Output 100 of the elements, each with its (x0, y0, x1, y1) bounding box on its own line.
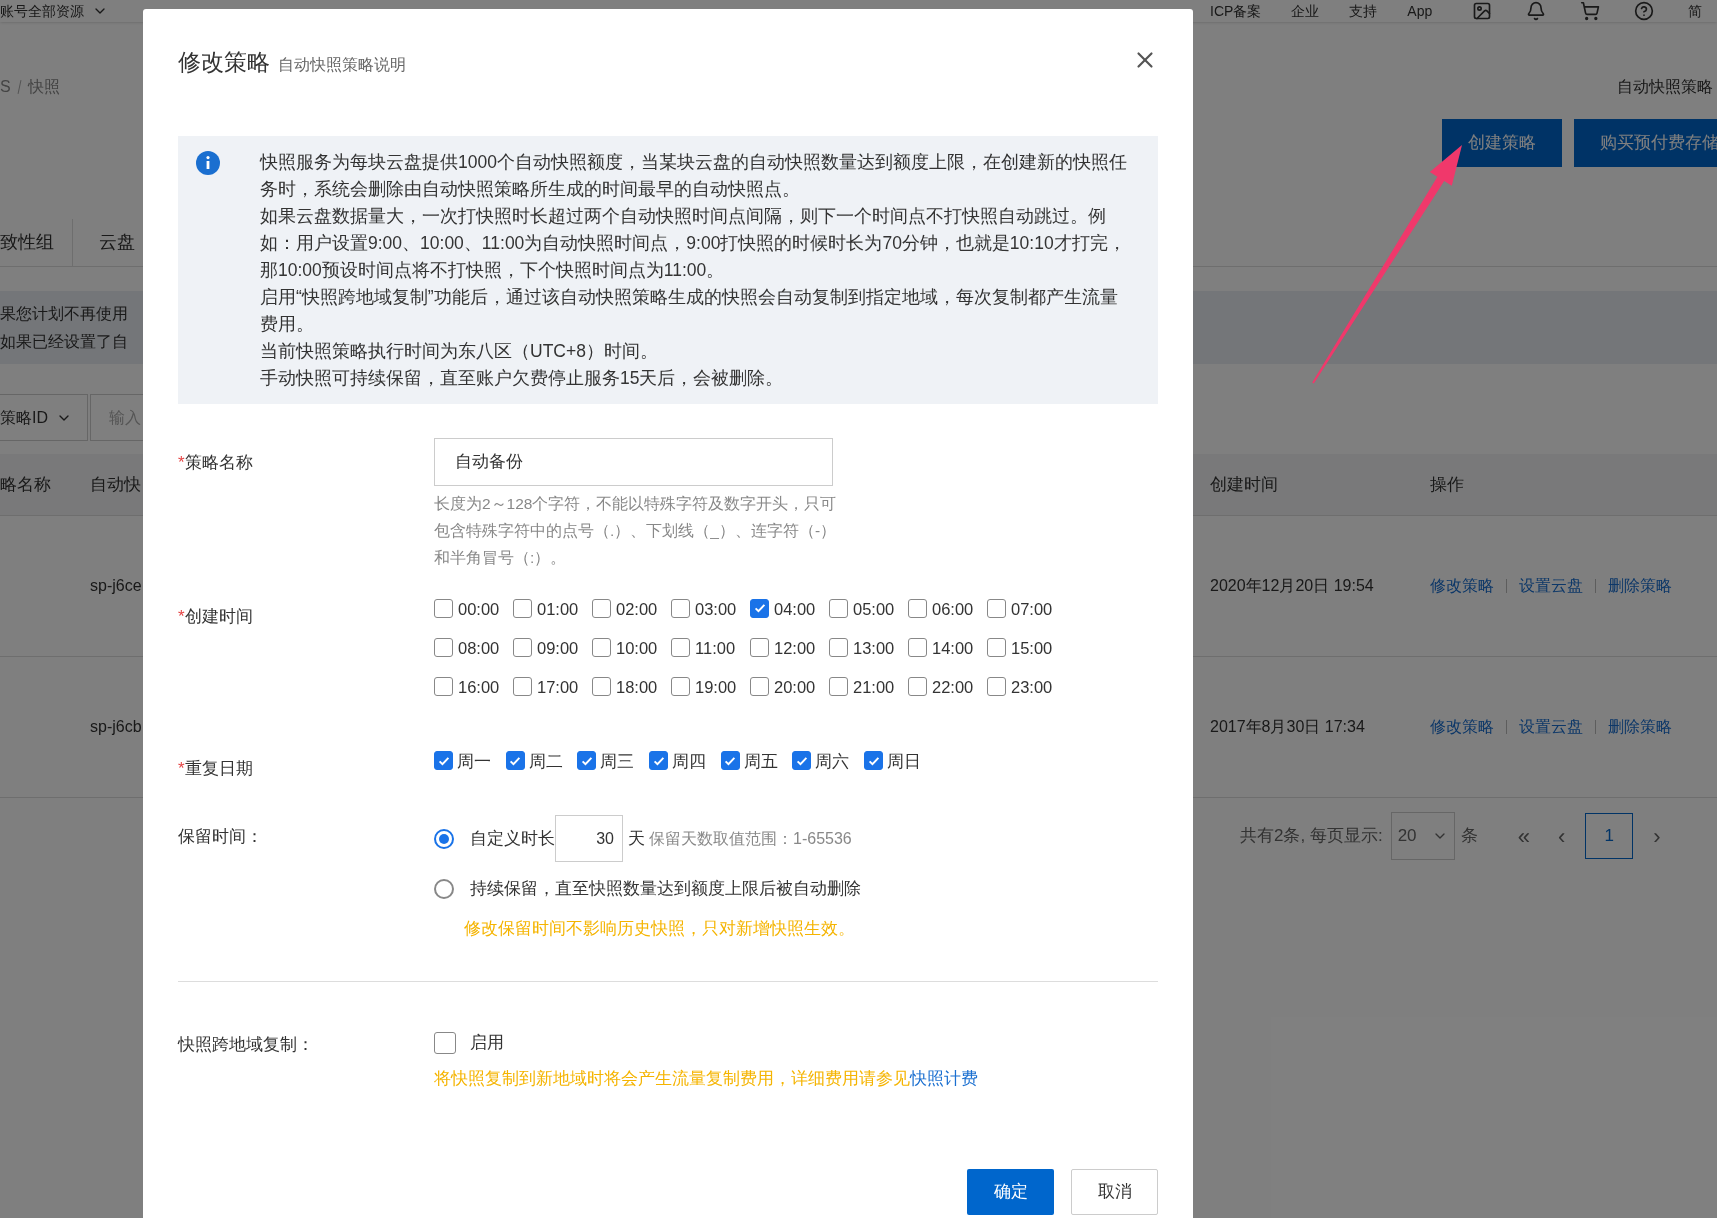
page-size-select[interactable]: 20 (1390, 812, 1455, 860)
checkbox[interactable] (434, 598, 453, 618)
checkbox[interactable] (750, 598, 769, 618)
checkbox[interactable] (434, 676, 453, 696)
checkbox[interactable] (505, 751, 525, 770)
field-label: 快照跨地域复制： (178, 1034, 314, 1054)
radio-button[interactable] (434, 828, 454, 849)
checkbox-label: 14:00 (932, 638, 974, 660)
checkbox[interactable] (434, 1031, 456, 1054)
checkbox[interactable] (592, 598, 611, 618)
table-cell-text: 2020年12月20日 19:54 (1210, 576, 1375, 596)
user-menu[interactable]: 简 (1688, 1, 1703, 20)
checkbox[interactable] (987, 676, 1006, 696)
checkbox[interactable] (829, 637, 848, 657)
checkbox-label: 06:00 (932, 599, 974, 621)
checkbox[interactable] (987, 637, 1006, 657)
tab[interactable]: 云盘 (73, 219, 135, 266)
checkbox[interactable] (908, 598, 927, 618)
checkbox[interactable] (434, 637, 453, 657)
first-page-button[interactable]: « (1517, 819, 1530, 853)
checkbox-label: 18:00 (616, 677, 658, 699)
nav-link[interactable]: ICP备案 (1210, 1, 1262, 20)
checkbox[interactable] (671, 676, 690, 696)
checkbox-label: 周六 (815, 751, 850, 774)
days-input[interactable]: 30 (555, 815, 623, 862)
checkbox[interactable] (864, 751, 884, 770)
checkbox[interactable] (577, 751, 597, 770)
menu-label[interactable]: 账号全部资源 (0, 1, 84, 20)
prev-page-button[interactable]: ‹ (1557, 819, 1566, 853)
table-link[interactable]: 修改策略 (1430, 715, 1494, 739)
nav-link[interactable]: App (1407, 1, 1433, 20)
tab[interactable]: 致性组 (0, 219, 73, 266)
field-label: *重复日期 (178, 758, 253, 778)
checkbox-label: 00:00 (458, 599, 500, 621)
image-icon[interactable] (1472, 0, 1493, 21)
checkbox-label: 10:00 (616, 638, 658, 660)
confirm-button[interactable]: 确定 (967, 1168, 1054, 1215)
checkbox[interactable] (434, 751, 453, 770)
checkbox[interactable] (908, 676, 927, 696)
radio-button[interactable] (434, 879, 454, 899)
replication-note: 将快照复制到新地域时将会产生流量复制费用，详细费用请参见快照计费 (434, 1067, 979, 1089)
notice-text: 果您计划不再使用 (0, 303, 128, 324)
table-link[interactable]: 删除策略 (1608, 715, 1672, 739)
checkbox[interactable] (671, 598, 690, 618)
action-button[interactable]: 创建策略 (1442, 119, 1562, 167)
nav-link[interactable]: 企业 (1291, 1, 1320, 20)
checkbox-label: 周四 (672, 751, 707, 774)
checkbox[interactable] (829, 598, 848, 618)
checkbox[interactable] (671, 637, 690, 657)
policy-name-input[interactable]: 自动备份 (434, 437, 833, 486)
info-text: 如果云盘数据量大，一次打快照时长超过两个自动快照时间点间隔，则下一个时间点不打快照自动跳过。例如：用户设置9:00、10:00、11:00为自动快照时间点，9:00打快照的时候时长为70分钟，也就是10:10才打完，那10:00预设时间点将不打快照，下个快照时间点为11:00。 (260, 204, 1127, 282)
help-icon[interactable] (1634, 0, 1655, 21)
next-page-button[interactable]: › (1653, 819, 1661, 853)
checkbox-label: 启用 (470, 1032, 504, 1054)
retention-note: 修改保留时间不影响历史快照，只对新增快照生效。 (463, 918, 856, 939)
page-button[interactable]: 1 (1585, 813, 1634, 859)
checkbox[interactable] (720, 751, 740, 770)
checkbox[interactable] (513, 637, 532, 657)
table-link[interactable]: 设置云盘 (1519, 715, 1583, 739)
checkbox-label: 15:00 (1011, 638, 1053, 660)
cart-icon[interactable] (1580, 0, 1601, 21)
table-link[interactable]: 修改策略 (1430, 574, 1494, 598)
table-link[interactable]: 删除策略 (1608, 574, 1672, 598)
unit-label: 天 (628, 827, 645, 850)
table-link[interactable]: 设置云盘 (1519, 574, 1583, 598)
checkmark-icon (752, 601, 767, 615)
checkbox[interactable] (649, 751, 669, 770)
checkbox[interactable] (829, 676, 848, 696)
checkbox[interactable] (750, 637, 769, 657)
notice-text: 如果已经设置了自 (0, 331, 128, 352)
nav-link[interactable]: 支持 (1349, 1, 1378, 20)
cancel-button[interactable]: 取消 (1071, 1168, 1158, 1215)
bell-icon[interactable] (1526, 0, 1547, 21)
dialog-subtitle: 自动快照策略说明 (278, 55, 406, 75)
checkbox-label: 周五 (743, 751, 778, 774)
checkbox[interactable] (592, 676, 611, 696)
checkbox-label: 04:00 (774, 599, 816, 621)
info-text: 启用“快照跨地域复制”功能后，通过该自动快照策略生成的快照会自动复制到指定地域，每次复制都产生流量费用。 (260, 285, 1119, 336)
checkbox[interactable] (513, 676, 532, 696)
checkbox-label: 周三 (600, 751, 635, 774)
checkbox-label: 08:00 (458, 638, 500, 660)
checkbox[interactable] (987, 598, 1006, 618)
checkbox[interactable] (792, 751, 812, 770)
checkbox-label: 02:00 (616, 599, 658, 621)
table-cell: sp-j6cb (90, 718, 142, 735)
checkbox[interactable] (592, 637, 611, 657)
hint-text: 和半角冒号（:）。 (434, 547, 568, 568)
table-cell-text: 2017年8月30日 17:34 (1210, 717, 1366, 737)
filter-select[interactable]: 策略ID (0, 394, 88, 441)
checkbox[interactable] (513, 598, 532, 618)
checkbox[interactable] (908, 637, 927, 657)
pricing-link[interactable]: 快照计费 (910, 1068, 978, 1087)
range-hint: 保留天数取值范围：1-65536 (649, 828, 852, 849)
radio-label: 持续保留，直至快照数量达到额度上限后被自动删除 (470, 878, 861, 901)
checkbox-label: 17:00 (537, 677, 579, 699)
column-header: 略名称 (0, 474, 51, 494)
breadcrumb-item[interactable]: S (0, 75, 11, 99)
checkbox[interactable] (750, 676, 769, 696)
dialog-title: 修改策略 (178, 48, 270, 77)
checkbox-label: 20:00 (774, 677, 816, 699)
